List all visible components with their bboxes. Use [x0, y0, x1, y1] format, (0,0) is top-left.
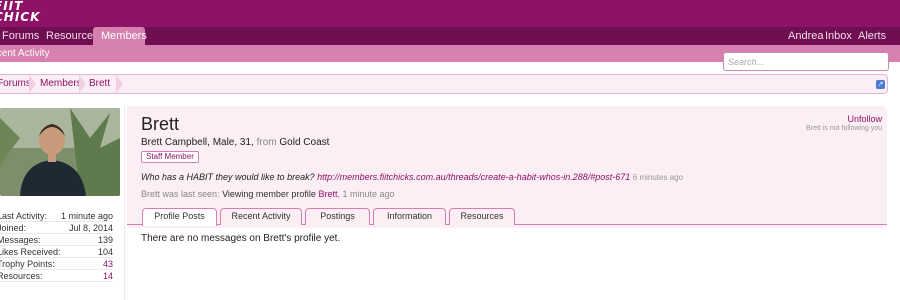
- stat-label: Messages:: [0, 235, 41, 245]
- main-navbar: Forums Resources Members Andrea Inbox Al…: [0, 27, 900, 45]
- stat-resources: Resources: 14: [0, 270, 113, 282]
- profile-tabs: Profile Posts Recent Activity Postings I…: [127, 208, 887, 226]
- not-following-note: Brett is not following you: [806, 125, 882, 132]
- site-logo[interactable]: FIIT CHICK: [0, 0, 41, 24]
- last-seen: Brett was last seen: Viewing member prof…: [141, 189, 395, 199]
- stat-value-link[interactable]: 43: [103, 258, 113, 270]
- status-link[interactable]: http://members.fiitchicks.com.au/threads…: [317, 172, 630, 182]
- last-seen-label: Brett was last seen:: [141, 189, 220, 199]
- subnav-recent-activity[interactable]: Recent Activity: [0, 45, 50, 62]
- tab-recent-activity[interactable]: Recent Activity: [220, 208, 302, 225]
- member-status: Who has a HABIT they would like to break…: [141, 172, 683, 182]
- jump-to-page-icon[interactable]: ↗: [876, 80, 885, 89]
- logo-line2: CHICK: [0, 10, 41, 24]
- stat-trophy-points: Trophy Points: 43: [0, 258, 113, 270]
- member-info-text: Brett Campbell, Male, 31,: [141, 137, 257, 148]
- stat-value: 1 minute ago: [60, 211, 113, 221]
- breadcrumb: Forums Members Brett: [0, 74, 888, 94]
- tab-information[interactable]: Information: [373, 208, 446, 225]
- breadcrumb-forums[interactable]: Forums: [0, 75, 31, 93]
- breadcrumb-separator-icon: [116, 75, 123, 93]
- tab-profile-posts[interactable]: Profile Posts: [142, 208, 217, 226]
- stat-label: Last Activity:: [0, 211, 48, 221]
- stat-last-activity: Last Activity: 1 minute ago: [0, 210, 113, 222]
- status-text: Who has a HABIT they would like to break…: [141, 172, 315, 182]
- search-input[interactable]: [723, 52, 889, 71]
- stat-label: Likes Received:: [0, 247, 61, 257]
- member-info-from: from: [256, 137, 277, 148]
- last-seen-user-link[interactable]: Brett: [318, 189, 337, 199]
- member-location: Gold Coast: [279, 137, 330, 148]
- tab-resources[interactable]: Resources: [449, 208, 515, 225]
- nav-tab-members[interactable]: Members: [93, 27, 147, 45]
- stat-label: Trophy Points:: [0, 259, 55, 269]
- stat-likes-received: Likes Received: 104: [0, 246, 113, 258]
- breadcrumb-brett[interactable]: Brett: [89, 75, 110, 93]
- stat-joined: Joined: Jul 8, 2014: [0, 222, 113, 234]
- member-name: Brett: [141, 114, 180, 134]
- unfollow-link[interactable]: Unfollow: [847, 114, 882, 124]
- status-time[interactable]: 6 minutes ago: [633, 173, 683, 182]
- breadcrumb-separator-icon: [29, 75, 36, 93]
- stat-messages: Messages: 139: [0, 234, 113, 246]
- member-stats: Last Activity: 1 minute ago Joined: Jul …: [0, 210, 113, 282]
- nav-user-andrea[interactable]: Andrea: [788, 27, 823, 45]
- stat-value: 104: [97, 247, 113, 257]
- stat-value: 139: [97, 235, 113, 245]
- stat-value-link[interactable]: 14: [103, 270, 113, 282]
- tab-postings[interactable]: Postings: [305, 208, 370, 225]
- nav-alerts[interactable]: Alerts: [858, 27, 886, 45]
- last-seen-time: , 1 minute ago: [337, 189, 395, 199]
- avatar-photo: [0, 108, 120, 196]
- stat-value: Jul 8, 2014: [68, 223, 113, 233]
- staff-member-badge: Staff Member: [141, 151, 199, 163]
- member-info: Brett Campbell, Male, 31, from Gold Coas…: [141, 137, 329, 148]
- empty-profile-posts-message: There are no messages on Brett's profile…: [141, 233, 341, 244]
- breadcrumb-members[interactable]: Members: [40, 75, 82, 93]
- breadcrumb-separator-icon: [79, 75, 86, 93]
- stat-label: Joined:: [0, 223, 27, 233]
- site-header: FIIT CHICK: [0, 0, 900, 27]
- nav-inbox[interactable]: Inbox: [825, 27, 852, 45]
- last-seen-action: Viewing member profile: [222, 189, 316, 199]
- sidebar-divider: [124, 106, 125, 300]
- stat-label: Resources:: [0, 271, 43, 281]
- member-avatar[interactable]: [0, 108, 120, 196]
